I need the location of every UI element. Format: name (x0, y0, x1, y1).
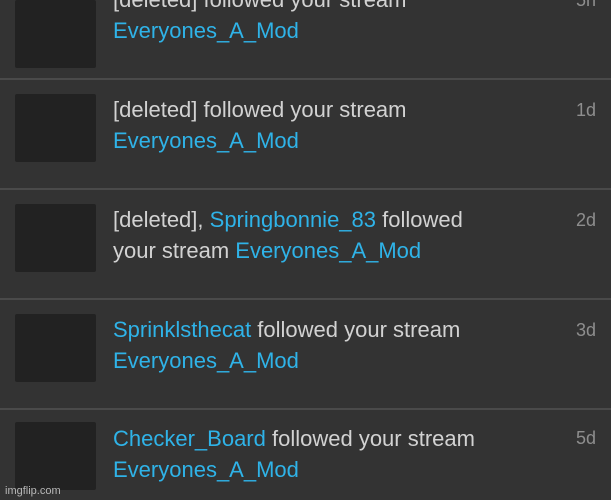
timestamp: 5h (575, 0, 596, 10)
username-link[interactable]: Everyones_A_Mod (113, 457, 299, 482)
text-segment: [deleted] followed your stream (113, 97, 407, 122)
avatar[interactable] (15, 204, 96, 272)
notification-line-2: your stream Everyones_A_Mod (113, 235, 533, 266)
timestamp: 2d (575, 210, 596, 230)
notification-line-2: Everyones_A_Mod (113, 345, 533, 376)
notification-line-1: [deleted], Springbonnie_83 followed (113, 204, 533, 235)
notification-text: Sprinklsthecat followed your stream Ever… (113, 314, 533, 376)
imgflip-watermark: imgflip.com (5, 485, 61, 497)
notification-row[interactable]: Checker_Board followed your stream Every… (0, 410, 611, 500)
text-segment: [deleted] followed your stream (113, 0, 407, 12)
avatar[interactable] (15, 0, 96, 68)
timestamp: 5d (575, 428, 596, 448)
text-segment: followed your stream (251, 317, 461, 342)
notification-line-1: Sprinklsthecat followed your stream (113, 314, 533, 345)
avatar[interactable] (15, 422, 96, 490)
notification-text: Checker_Board followed your stream Every… (113, 423, 533, 485)
notification-row[interactable]: [deleted] followed your stream Everyones… (0, 80, 611, 188)
username-link[interactable]: Everyones_A_Mod (113, 18, 299, 43)
username-link[interactable]: Everyones_A_Mod (113, 128, 299, 153)
text-segment: followed (376, 207, 463, 232)
text-segment: [deleted], (113, 207, 210, 232)
notification-line-1: Checker_Board followed your stream (113, 423, 533, 454)
text-segment: your stream (113, 238, 236, 263)
notification-line-1: [deleted] followed your stream (113, 94, 533, 125)
notification-line-1: [deleted] followed your stream (113, 0, 533, 15)
notification-line-2: Everyones_A_Mod (113, 15, 533, 46)
username-link[interactable]: Checker_Board (113, 426, 266, 451)
username-link[interactable]: Everyones_A_Mod (113, 348, 299, 373)
notification-feed: [deleted] followed your stream Everyones… (0, 0, 611, 500)
username-link[interactable]: Everyones_A_Mod (235, 238, 421, 263)
text-segment: followed your stream (265, 426, 475, 451)
notification-row[interactable]: [deleted], Springbonnie_83 followed your… (0, 190, 611, 298)
notification-text: [deleted] followed your stream Everyones… (113, 94, 533, 156)
timestamp: 1d (575, 100, 596, 120)
notification-row[interactable]: [deleted] followed your stream Everyones… (0, 0, 611, 78)
notification-line-2: Everyones_A_Mod (113, 454, 533, 485)
username-link[interactable]: Springbonnie_83 (210, 207, 376, 232)
notification-text: [deleted], Springbonnie_83 followed your… (113, 204, 533, 266)
avatar[interactable] (15, 314, 96, 382)
avatar[interactable] (15, 94, 96, 162)
notification-text: [deleted] followed your stream Everyones… (113, 0, 533, 46)
notification-line-2: Everyones_A_Mod (113, 125, 533, 156)
timestamp: 3d (575, 320, 596, 340)
notification-row[interactable]: Sprinklsthecat followed your stream Ever… (0, 300, 611, 408)
username-link[interactable]: Sprinklsthecat (113, 317, 251, 342)
